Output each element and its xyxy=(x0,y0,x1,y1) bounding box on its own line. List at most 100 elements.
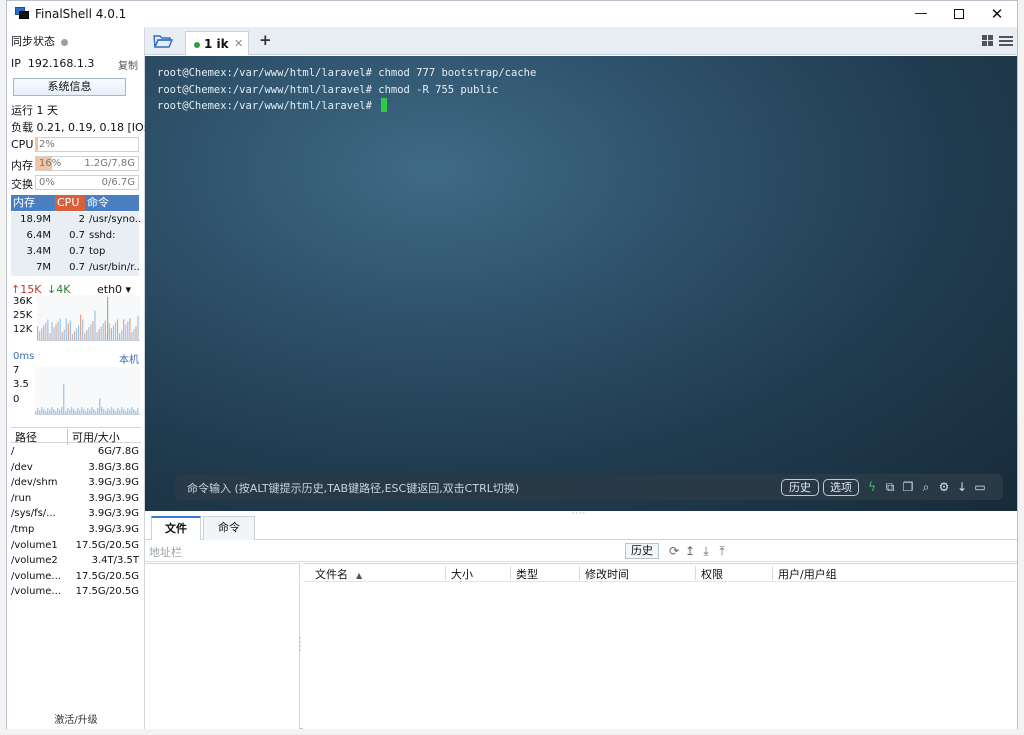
upload-icon[interactable]: ⤒ xyxy=(715,543,729,559)
sync-status-dot-icon xyxy=(61,38,68,46)
layout-toggle-icons[interactable] xyxy=(981,34,1015,48)
process-row[interactable]: 3.4M 0.7 top xyxy=(11,244,139,260)
ping-bar xyxy=(75,411,77,414)
network-traffic-chart xyxy=(37,295,140,341)
disk-path: /dev/shm xyxy=(11,477,58,489)
minimize-button[interactable]: — xyxy=(902,1,940,27)
window-title: FinalShell 4.0.1 xyxy=(35,7,127,21)
tab-files[interactable]: 文件 xyxy=(151,516,201,540)
ping-axis-label: 7 xyxy=(13,365,20,376)
net-traffic-bar xyxy=(108,323,110,340)
tab-close-icon[interactable]: ✕ xyxy=(234,37,243,50)
disk-row[interactable]: /sys/fs/... 3.9G/3.9G xyxy=(11,507,141,522)
ping-bar xyxy=(117,408,119,414)
process-cmd: /usr/syno... xyxy=(89,214,141,225)
process-header-cpu[interactable]: CPU xyxy=(55,195,85,211)
process-row[interactable]: 7M 0.7 /usr/bin/r... xyxy=(11,260,141,276)
swap-label: 交换 xyxy=(11,178,33,191)
vertical-splitter-handle[interactable]: · · · · xyxy=(299,635,302,655)
process-row[interactable]: 6.4M 0.7 sshd: xyxy=(11,228,139,244)
cpu-meter: 2% xyxy=(35,137,139,152)
refresh-icon[interactable]: ⟳ xyxy=(667,543,681,559)
add-tab-button[interactable]: + xyxy=(259,31,272,49)
net-traffic-bar xyxy=(133,329,135,340)
net-traffic-bar xyxy=(43,325,45,340)
net-traffic-bar xyxy=(82,319,84,340)
maximize-button[interactable] xyxy=(940,1,978,27)
net-traffic-bar xyxy=(135,326,137,340)
system-info-button[interactable]: 系统信息 xyxy=(13,78,126,96)
close-button[interactable]: ✕ xyxy=(978,1,1016,27)
ping-host-select[interactable]: 本机 xyxy=(119,351,139,366)
disk-row[interactable]: /run 3.9G/3.9G xyxy=(11,492,141,507)
command-history-button[interactable]: 历史 xyxy=(781,479,819,496)
disk-size: 17.5G/20.5G xyxy=(75,539,139,551)
disk-path: /run xyxy=(11,492,32,504)
download-icon[interactable]: ⤓ xyxy=(699,543,713,559)
column-filename[interactable]: 文件名 ▲ xyxy=(310,566,362,581)
ping-bar xyxy=(103,409,105,414)
parent-folder-icon[interactable]: ↥ xyxy=(683,543,697,559)
disk-row[interactable]: /volume... 17.5G/20.5G xyxy=(11,570,141,585)
disk-header-size[interactable]: 可用/大小 xyxy=(67,429,120,445)
disk-size: 3.9G/3.9G xyxy=(88,508,139,520)
ping-bar xyxy=(45,411,47,414)
column-permissions[interactable]: 权限 xyxy=(695,566,723,581)
disk-row[interactable]: /dev/shm 3.9G/3.9G xyxy=(11,476,141,491)
ping-bar xyxy=(77,408,79,414)
column-modified[interactable]: 修改时间 xyxy=(579,566,629,581)
ping-bar xyxy=(39,410,41,414)
activate-upgrade-link[interactable]: 激活/升级 xyxy=(7,711,145,726)
ping-bar xyxy=(135,411,137,414)
command-options-button[interactable]: 选项 xyxy=(823,479,859,496)
directory-tree[interactable] xyxy=(145,563,300,729)
column-owner[interactable]: 用户/用户组 xyxy=(772,566,837,581)
net-traffic-peak-bar xyxy=(107,296,109,340)
column-filename-label: 文件名 xyxy=(315,568,348,581)
command-input-hint[interactable]: 命令输入 (按ALT键提示历史,TAB键路径,ESC键返回,双击CTRL切换) xyxy=(187,480,519,496)
folder-open-icon[interactable] xyxy=(153,33,173,49)
disk-row[interactable]: /tmp 3.9G/3.9G xyxy=(11,523,141,538)
disk-row[interactable]: /volume1 17.5G/20.5G xyxy=(11,539,141,554)
disk-header-path[interactable]: 路径 xyxy=(15,429,37,445)
lightning-icon[interactable]: ϟ xyxy=(865,479,879,495)
ping-bar xyxy=(65,411,67,414)
column-size[interactable]: 大小 xyxy=(445,566,473,581)
fullscreen-icon[interactable]: ▭ xyxy=(973,479,987,495)
gear-icon[interactable]: ⚙ xyxy=(937,479,951,495)
address-history-button[interactable]: 历史 xyxy=(625,543,659,559)
disk-table-header: 路径 可用/大小 xyxy=(11,427,141,445)
title-bar[interactable]: FinalShell 4.0.1 — ✕ xyxy=(7,1,1017,27)
file-list[interactable]: 文件名 ▲ 大小 类型 修改时间 权限 用户/用户组 xyxy=(303,563,1017,729)
process-header-cmd[interactable]: 命令 xyxy=(85,195,139,211)
net-traffic-bar xyxy=(45,322,47,340)
terminal-view[interactable]: root@Chemex:/var/www/html/laravel# chmod… xyxy=(145,56,1017,511)
column-type[interactable]: 类型 xyxy=(510,566,538,581)
ping-bar xyxy=(63,383,65,414)
disk-row[interactable]: /volume2 3.4T/3.5T xyxy=(11,554,141,569)
tab-commands[interactable]: 命令 xyxy=(203,516,255,540)
paste-icon[interactable]: ❐ xyxy=(901,479,915,495)
copy-ip-button[interactable]: 复制 xyxy=(118,57,138,72)
net-traffic-bar xyxy=(37,326,39,340)
download-arrow-icon[interactable]: ↓ xyxy=(955,479,969,495)
disk-row[interactable]: /dev 3.8G/3.8G xyxy=(11,461,141,476)
disk-row[interactable]: /volume... 17.5G/20.5G xyxy=(11,585,141,600)
ping-bar xyxy=(43,409,45,414)
net-traffic-bar xyxy=(57,321,59,340)
sync-status[interactable]: 同步状态 xyxy=(11,33,68,49)
swap-meter: 0% 0/6.7G xyxy=(35,175,139,190)
address-bar[interactable]: 地址栏 历史 ⟳ ↥ ⤓ ⤒ xyxy=(145,541,1017,562)
disk-row[interactable]: / 6G/7.8G xyxy=(11,445,141,460)
net-traffic-bar xyxy=(90,324,92,340)
disk-size: 17.5G/20.5G xyxy=(75,570,139,582)
process-row[interactable]: 18.9M 2 /usr/syno... xyxy=(11,212,141,228)
copy-icon[interactable]: ⧉ xyxy=(883,479,897,495)
process-header-mem[interactable]: 内存 xyxy=(11,195,55,211)
process-cpu: 0.7 xyxy=(69,246,85,257)
command-input-bar[interactable]: 命令输入 (按ALT键提示历史,TAB键路径,ESC键返回,双击CTRL切换) … xyxy=(175,474,1003,500)
net-traffic-bar xyxy=(98,329,100,340)
tab-session-1[interactable]: 1 ik ✕ xyxy=(185,31,249,55)
address-input[interactable]: 地址栏 xyxy=(149,544,182,560)
search-icon[interactable]: ⌕ xyxy=(919,479,933,495)
